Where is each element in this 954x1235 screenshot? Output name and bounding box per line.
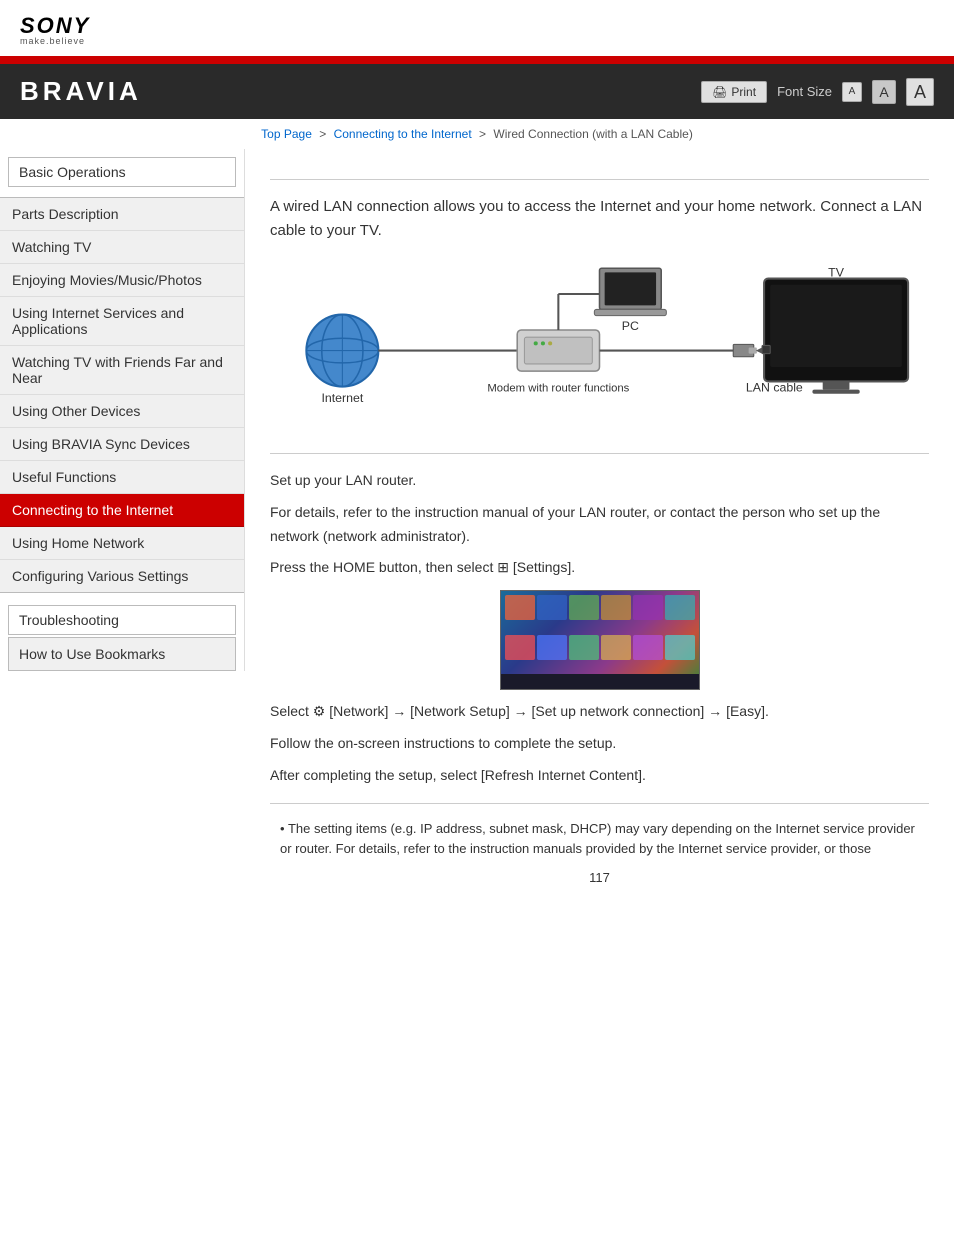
pc-label: PC	[622, 319, 639, 333]
sidebar-label-troubleshooting: Troubleshooting	[19, 612, 119, 628]
sidebar-item-parts-description[interactable]: Parts Description	[0, 197, 244, 231]
font-medium-button[interactable]: A	[872, 80, 896, 104]
sidebar-label-useful-functions: Useful Functions	[12, 469, 116, 485]
note-section: The setting items (e.g. IP address, subn…	[270, 819, 929, 861]
breadcrumb: Top Page > Connecting to the Internet > …	[0, 119, 954, 149]
print-button[interactable]: 🖨 Print	[701, 81, 767, 103]
top-divider	[270, 179, 929, 180]
breadcrumb-sep1: >	[319, 127, 326, 141]
print-icon: 🖨	[712, 85, 727, 99]
sidebar-item-connecting-internet[interactable]: Connecting to the Internet	[0, 494, 244, 527]
font-small-button[interactable]: A	[842, 82, 862, 102]
sidebar-label-connecting-internet: Connecting to the Internet	[12, 502, 173, 518]
sidebar-item-using-home[interactable]: Using Home Network	[0, 527, 244, 560]
modem-label: Modem with router functions	[487, 383, 629, 395]
step5: Follow the on-screen instructions to com…	[270, 732, 929, 756]
main-layout: Basic Operations Parts Description Watch…	[0, 149, 954, 910]
sidebar-item-using-internet[interactable]: Using Internet Services and Applications	[0, 297, 244, 346]
step1: Set up your LAN router.	[270, 469, 929, 493]
diagram-svg: Internet Modem with router functions	[270, 258, 929, 438]
sidebar-label-parts-description: Parts Description	[12, 206, 119, 222]
sidebar-item-troubleshooting[interactable]: Troubleshooting	[8, 605, 236, 635]
sidebar-item-using-bravia[interactable]: Using BRAVIA Sync Devices	[0, 428, 244, 461]
breadcrumb-top-link[interactable]: Top Page	[261, 127, 312, 141]
sidebar: Basic Operations Parts Description Watch…	[0, 149, 245, 671]
sidebar-label-basic-operations: Basic Operations	[19, 164, 126, 180]
font-size-label: Font Size	[777, 84, 832, 99]
sidebar-item-basic-operations[interactable]: Basic Operations	[8, 157, 236, 187]
lan-label: LAN cable	[746, 381, 803, 395]
tv-screenshot-container	[270, 590, 929, 690]
intro-paragraph: A wired LAN connection allows you to acc…	[270, 195, 929, 243]
page-number: 117	[270, 860, 929, 895]
sidebar-spacer2	[0, 593, 244, 605]
sidebar-label-using-bravia: Using BRAVIA Sync Devices	[12, 436, 190, 452]
sidebar-label-watching-friends: Watching TV with Friends Far and Near	[12, 354, 223, 386]
step4: Select ⚙ [Network] → [Network Setup] → […	[270, 700, 929, 724]
breadcrumb-current: Wired Connection (with a LAN Cable)	[493, 127, 692, 141]
sidebar-item-how-to-use[interactable]: How to Use Bookmarks	[8, 637, 236, 671]
step6: After completing the setup, select [Refr…	[270, 764, 929, 788]
tv-label: TV	[828, 266, 845, 280]
print-label: Print	[731, 85, 756, 99]
tv-screenshot	[500, 590, 700, 690]
bottom-divider	[270, 803, 929, 804]
bravia-bar: BRAVIA 🖨 Print Font Size A A A	[0, 64, 954, 119]
step2: For details, refer to the instruction ma…	[270, 501, 929, 549]
sidebar-item-using-other[interactable]: Using Other Devices	[0, 395, 244, 428]
note-text: The setting items (e.g. IP address, subn…	[270, 819, 929, 861]
sidebar-item-configuring[interactable]: Configuring Various Settings	[0, 560, 244, 593]
sony-text: SONY	[20, 15, 934, 37]
network-diagram: Internet Modem with router functions	[270, 258, 929, 438]
sidebar-item-enjoying-movies[interactable]: Enjoying Movies/Music/Photos	[0, 264, 244, 297]
breadcrumb-connecting-link[interactable]: Connecting to the Internet	[334, 127, 472, 141]
internet-label: Internet	[321, 391, 363, 405]
sidebar-label-using-home: Using Home Network	[12, 535, 144, 551]
bravia-title: BRAVIA	[20, 76, 142, 107]
sidebar-label-enjoying-movies: Enjoying Movies/Music/Photos	[12, 272, 202, 288]
sidebar-label-watching-tv: Watching TV	[12, 239, 91, 255]
sidebar-spacer1	[0, 189, 244, 197]
sony-tagline: make.believe	[20, 37, 934, 46]
toolbar-right: 🖨 Print Font Size A A A	[701, 78, 934, 106]
mid-divider	[270, 453, 929, 454]
content-area: A wired LAN connection allows you to acc…	[245, 149, 954, 910]
sidebar-label-using-other: Using Other Devices	[12, 403, 140, 419]
sidebar-item-watching-tv[interactable]: Watching TV	[0, 231, 244, 264]
step3: Press the HOME button, then select ⊞ [Se…	[270, 556, 929, 580]
sidebar-item-useful-functions[interactable]: Useful Functions	[0, 461, 244, 494]
font-large-button[interactable]: A	[906, 78, 934, 106]
sidebar-item-watching-friends[interactable]: Watching TV with Friends Far and Near	[0, 346, 244, 395]
sidebar-label-using-internet: Using Internet Services and Applications	[12, 305, 184, 337]
sony-logo: SONY make.believe	[20, 15, 934, 46]
top-bar: SONY make.believe	[0, 0, 954, 59]
sidebar-label-configuring: Configuring Various Settings	[12, 568, 188, 584]
breadcrumb-sep2: >	[479, 127, 486, 141]
sidebar-label-how-to-use: How to Use Bookmarks	[19, 646, 165, 662]
